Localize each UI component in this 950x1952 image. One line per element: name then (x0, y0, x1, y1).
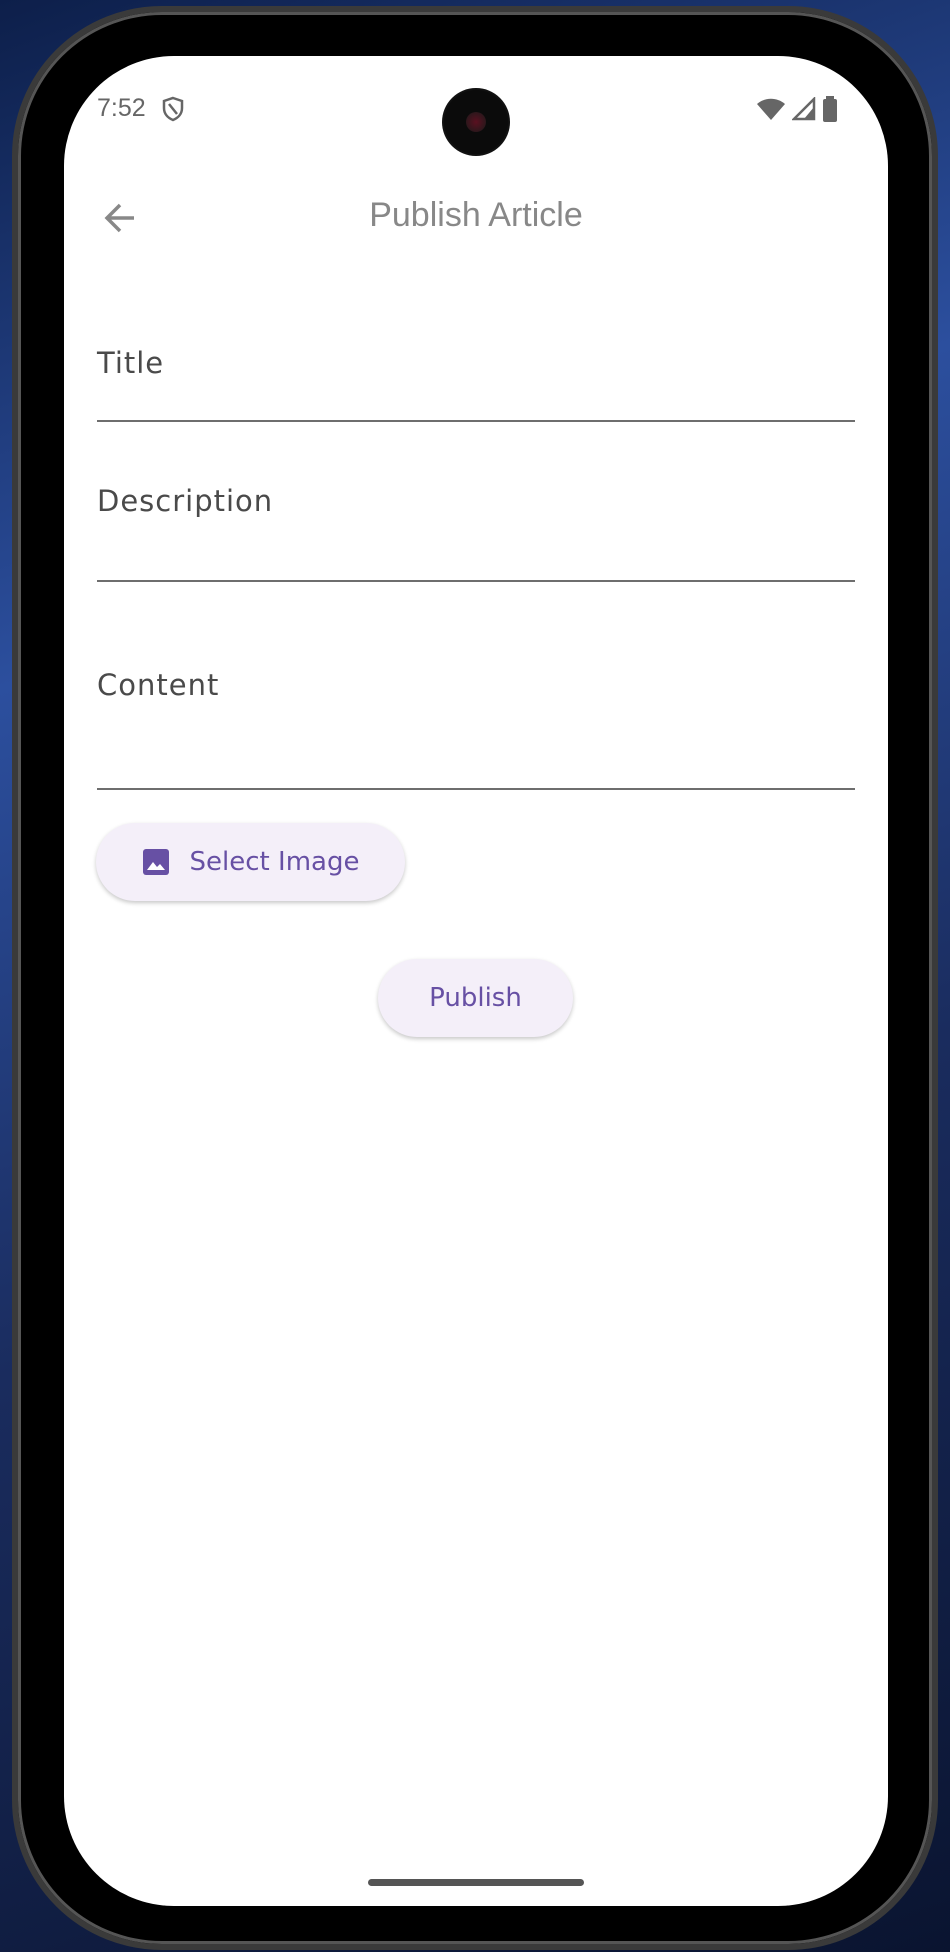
screen: 7:52 Publish Article Title Description C… (64, 56, 888, 1906)
select-image-label: Select Image (189, 847, 360, 877)
wifi-icon (757, 98, 785, 120)
page-title: Publish Article (369, 196, 583, 234)
shield-icon (162, 96, 184, 122)
description-field[interactable]: Description (97, 484, 855, 582)
content-field[interactable]: Content (97, 668, 855, 790)
home-indicator[interactable] (368, 1879, 584, 1886)
title-field-label: Title (97, 346, 165, 380)
camera-cutout (444, 90, 508, 154)
description-field-label: Description (97, 484, 274, 518)
signal-icon (792, 97, 816, 121)
publish-label: Publish (429, 983, 522, 1013)
select-image-button[interactable]: Select Image (96, 823, 405, 901)
content-field-label: Content (97, 668, 220, 702)
status-time: 7:52 (97, 94, 146, 122)
publish-button[interactable]: Publish (378, 959, 573, 1037)
title-field[interactable]: Title (97, 346, 855, 422)
battery-icon (823, 96, 837, 122)
image-icon (142, 849, 169, 875)
